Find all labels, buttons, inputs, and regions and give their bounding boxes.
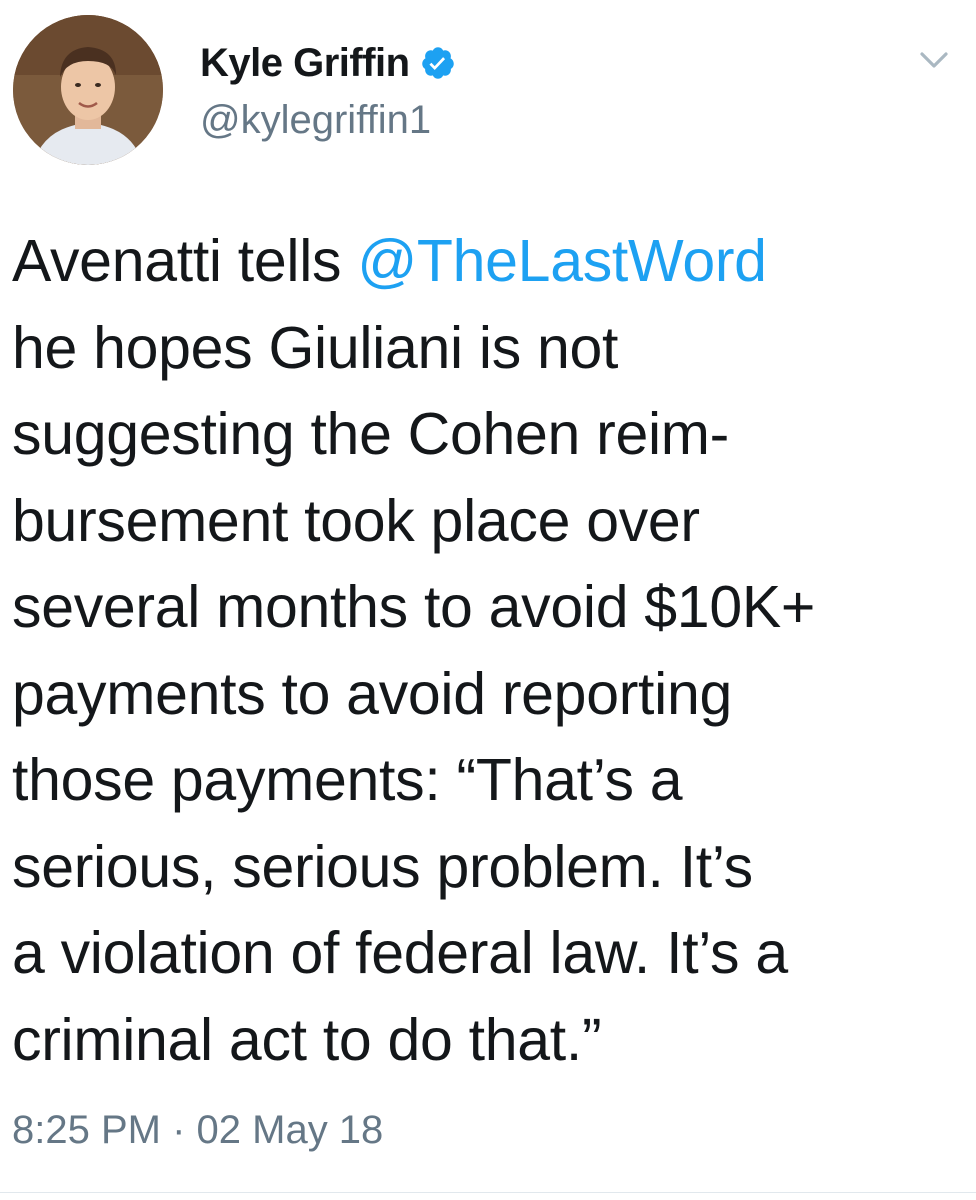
tweet-timestamp[interactable]: 8:25 PM · 02 May 18 bbox=[12, 1108, 383, 1153]
tweet-text: Avenatti tells @TheLastWord he hopes Giu… bbox=[12, 218, 962, 1083]
tweet-card: Kyle Griffin @kylegriffin1 Avenatti tell… bbox=[0, 0, 976, 1200]
tweet-line: payments to avoid reporting bbox=[12, 660, 732, 727]
tweet-line: a violation of federal law. It’s a bbox=[12, 920, 788, 986]
tweet-line: he hopes Giuliani is not bbox=[12, 314, 619, 381]
author-name-row[interactable]: Kyle Griffin bbox=[200, 38, 456, 88]
avatar-photo bbox=[13, 15, 163, 165]
tweet-date: 02 May 18 bbox=[196, 1108, 384, 1152]
mention-link[interactable]: @TheLastWord bbox=[357, 228, 767, 294]
verified-badge-icon bbox=[420, 45, 456, 81]
tweet-line: suggesting the Cohen reim- bbox=[12, 401, 729, 467]
timestamp-separator: · bbox=[160, 1108, 197, 1152]
tweet-line: criminal act to do that.” bbox=[12, 1006, 602, 1073]
tweet-line: bursement took place over bbox=[12, 487, 700, 554]
tweet-line: several months to avoid $10K+ bbox=[12, 574, 816, 640]
avatar[interactable] bbox=[13, 15, 163, 165]
chevron-down-icon[interactable] bbox=[914, 44, 954, 74]
tweet-text-segment: Avenatti tells bbox=[12, 228, 358, 294]
tweet-line: serious, serious problem. It’s bbox=[12, 833, 753, 900]
divider bbox=[0, 1192, 976, 1193]
tweet-time: 8:25 PM bbox=[12, 1108, 161, 1152]
author-handle[interactable]: @kylegriffin1 bbox=[200, 98, 431, 143]
tweet-line: Avenatti tells @TheLastWord bbox=[12, 218, 962, 305]
author-name[interactable]: Kyle Griffin bbox=[200, 41, 410, 86]
tweet-line: those payments: “That’s a bbox=[12, 747, 683, 813]
